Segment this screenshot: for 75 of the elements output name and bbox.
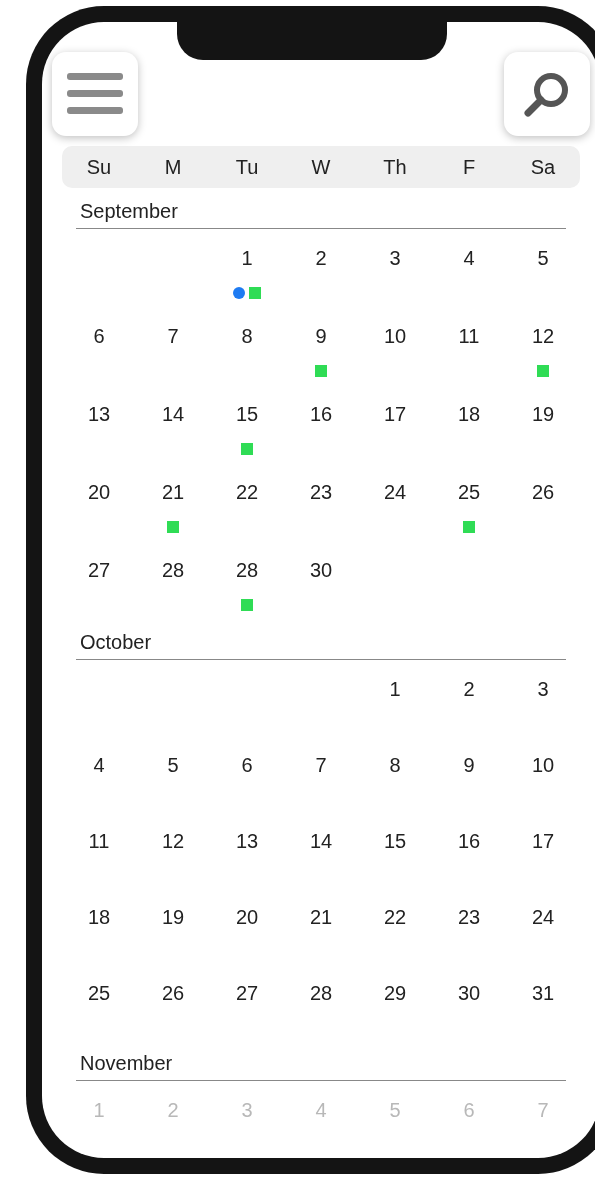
weekday-label: F	[461, 155, 477, 180]
weekday-label: Su	[85, 155, 113, 180]
day-number[interactable]: 5	[537, 243, 549, 273]
day-number[interactable]: 24	[383, 477, 407, 507]
day-number[interactable]: 25	[457, 477, 481, 507]
day-number[interactable]: 30	[457, 978, 481, 1008]
day-number[interactable]: 1	[389, 674, 401, 704]
day-number[interactable]: 3	[389, 243, 401, 273]
day-number[interactable]: 8	[241, 321, 253, 351]
weekday-label: Th	[382, 155, 408, 180]
day-number[interactable]: 16	[309, 399, 333, 429]
day-number[interactable]: 10	[383, 321, 407, 351]
day-number[interactable]: 11	[458, 321, 480, 351]
weekday-label: M	[163, 155, 183, 180]
day-number[interactable]: 19	[161, 902, 185, 932]
day-number[interactable]: 22	[383, 902, 407, 932]
day-number[interactable]: 8	[389, 750, 401, 780]
day-number[interactable]: 22	[235, 477, 259, 507]
day-number[interactable]: 9	[315, 321, 327, 351]
day-number[interactable]: 14	[161, 399, 185, 429]
menu-button[interactable]	[52, 52, 138, 136]
day-number[interactable]: 1	[241, 243, 253, 273]
day-number[interactable]: 27	[87, 555, 111, 585]
day-number[interactable]: 17	[383, 399, 407, 429]
day-number[interactable]: 5	[167, 750, 179, 780]
day-number[interactable]: 18	[457, 399, 481, 429]
day-number[interactable]: 2	[463, 674, 475, 704]
day-number[interactable]: 13	[235, 826, 259, 856]
day-number[interactable]: 3	[537, 674, 549, 704]
day-number[interactable]: 9	[463, 750, 475, 780]
day-number[interactable]: 29	[383, 978, 407, 1008]
day-number[interactable]: 18	[87, 902, 111, 932]
day-number[interactable]: 12	[161, 826, 185, 856]
search-icon	[523, 70, 571, 118]
menu-icon	[67, 73, 123, 115]
day-number[interactable]: 15	[383, 826, 407, 856]
day-number[interactable]: 15	[235, 399, 259, 429]
month-title: September	[80, 200, 178, 222]
day-number[interactable]: 11	[88, 826, 110, 856]
day-number[interactable]: 23	[309, 477, 333, 507]
day-number[interactable]: 26	[161, 978, 185, 1008]
day-number[interactable]: 23	[457, 902, 481, 932]
day-number[interactable]: 20	[235, 902, 259, 932]
search-button[interactable]	[504, 52, 590, 136]
day-number[interactable]: 19	[531, 399, 555, 429]
day-number[interactable]: 28	[161, 555, 185, 585]
day-number[interactable]: 12	[531, 321, 555, 351]
month-title: November	[80, 1052, 173, 1074]
day-number[interactable]: 17	[531, 826, 555, 856]
month-title: October	[80, 631, 152, 653]
day-number[interactable]: 2	[315, 243, 327, 273]
day-number[interactable]: 14	[309, 826, 333, 856]
day-number[interactable]: 21	[309, 902, 333, 932]
day-number[interactable]: 6	[93, 321, 105, 351]
day-number[interactable]: 7	[167, 321, 179, 351]
day-number[interactable]: 27	[235, 978, 259, 1008]
day-number[interactable]: 21	[161, 477, 185, 507]
weekday-label: W	[310, 155, 332, 180]
day-number[interactable]: 13	[87, 399, 111, 429]
day-number[interactable]: 7	[315, 750, 327, 780]
day-number[interactable]: 10	[531, 750, 555, 780]
day-number[interactable]: 26	[531, 477, 555, 507]
weekday-label: Tu	[234, 155, 260, 180]
day-number[interactable]: 28	[309, 978, 333, 1008]
day-number[interactable]: 25	[87, 978, 111, 1008]
day-number[interactable]: 4	[93, 750, 105, 780]
day-number[interactable]: 28	[235, 555, 259, 585]
day-number[interactable]: 16	[457, 826, 481, 856]
day-number[interactable]: 30	[309, 555, 333, 585]
day-number[interactable]: 24	[531, 902, 555, 932]
day-number[interactable]: 31	[531, 978, 555, 1008]
day-number[interactable]: 20	[87, 477, 111, 507]
day-number[interactable]: 4	[463, 243, 475, 273]
day-number[interactable]: 6	[241, 750, 253, 780]
weekday-label: Sa	[529, 155, 557, 180]
